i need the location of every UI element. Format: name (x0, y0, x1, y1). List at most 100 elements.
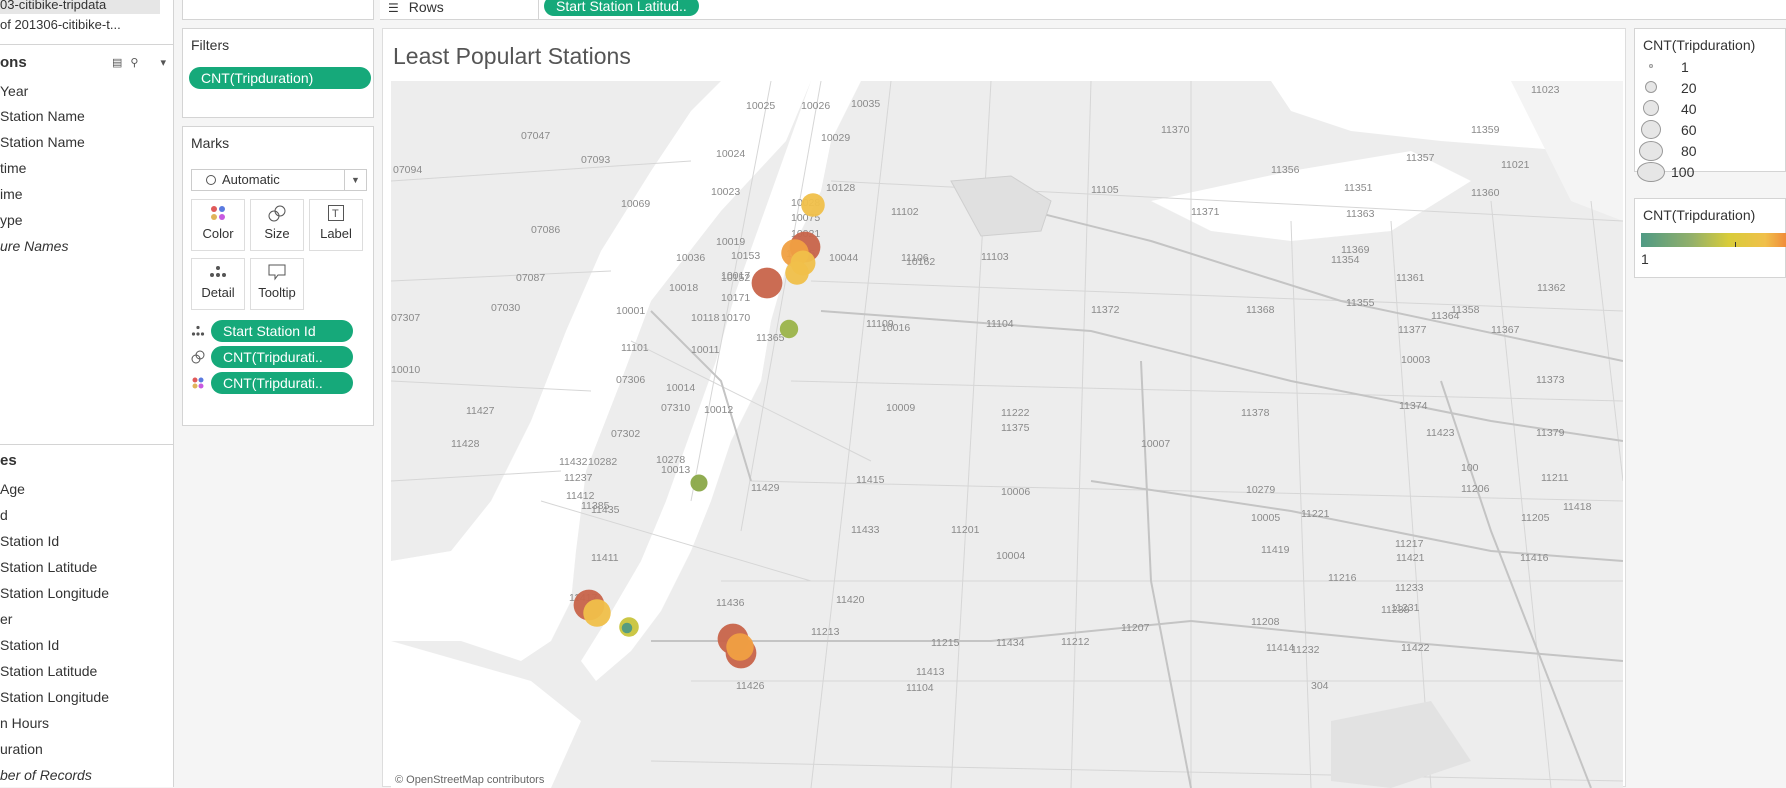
zip-label: 11378 (1241, 407, 1270, 419)
size-button[interactable]: Size (250, 199, 304, 251)
station-mark[interactable] (785, 261, 809, 285)
station-mark[interactable] (690, 474, 708, 492)
datasource-item[interactable]: 03-citibike-tripdata (0, 0, 160, 14)
zip-label: 10016 (881, 322, 910, 334)
station-mark[interactable] (779, 319, 799, 339)
dimension-field[interactable]: time (0, 160, 26, 176)
size-legend-value: 40 (1681, 101, 1697, 117)
zip-label: 10036 (676, 252, 705, 264)
size-legend-title: CNT(Tripduration) (1643, 37, 1756, 53)
zip-label: 11222 (1001, 407, 1030, 419)
tooltip-button[interactable]: Tooltip (250, 258, 304, 310)
zip-label: 11427 (466, 405, 495, 417)
pane-toolbar: ▤ ⚲ ▾ (112, 56, 166, 69)
zip-label: 11355 (1346, 297, 1375, 309)
zip-label: 10128 (826, 182, 855, 194)
label-button[interactable]: T Label (309, 199, 363, 251)
airport (950, 175, 1052, 237)
color-button[interactable]: Color (191, 199, 245, 251)
measure-field[interactable]: Station Longitude (0, 585, 109, 601)
dropdown-icon[interactable]: ▾ (160, 56, 166, 69)
zip-label: 10005 (1251, 512, 1280, 524)
zip-label: 11207 (1121, 622, 1150, 634)
sheet-title: Least Populart Stations (393, 43, 631, 69)
label-icon: T (328, 205, 344, 221)
zip-label: 10024 (716, 148, 745, 160)
measure-field[interactable]: Age (0, 481, 25, 497)
zip-label: 11428 (451, 438, 480, 450)
rows-shelf[interactable]: ☰ Rows Start Station Latitud.. (380, 0, 1786, 20)
mark-field-pill[interactable]: CNT(Tripdurati.. (211, 372, 353, 394)
zip-label: 11212 (1061, 636, 1090, 648)
size-legend-item: 80 (1635, 141, 1785, 162)
mark-field-pill[interactable]: Start Station Id (211, 320, 353, 342)
dimension-field[interactable]: ype (0, 212, 23, 228)
dimension-field[interactable]: Year (0, 83, 28, 99)
zip-label: 11359 (1471, 124, 1500, 136)
zip-label: 11357 (1406, 152, 1435, 164)
size-dot-icon (1637, 162, 1665, 182)
color-legend: CNT(Tripduration) 1 (1634, 198, 1786, 278)
zip-label: 11416 (1520, 552, 1549, 564)
filter-pill[interactable]: CNT(Tripduration) (189, 67, 371, 89)
chevron-down-icon[interactable]: ▼ (344, 170, 366, 190)
zip-label: 10282 (588, 456, 617, 468)
zip-label: 10010 (391, 364, 420, 376)
pages-shelf[interactable] (182, 0, 374, 20)
dimension-field[interactable]: Station Name (0, 134, 85, 150)
color-label: Color (202, 226, 234, 241)
rows-pill[interactable]: Start Station Latitud.. (544, 0, 699, 16)
rows-icon: ☰ (388, 1, 399, 15)
zip-label: 11374 (1399, 400, 1428, 412)
detail-button[interactable]: Detail (191, 258, 245, 310)
station-mark[interactable] (801, 193, 825, 217)
size-legend-value: 100 (1671, 164, 1695, 180)
marks-card: Marks Automatic ▼ Color Size T Label Det… (182, 126, 374, 426)
view-toggle-icon[interactable]: ▤ (112, 56, 122, 69)
zip-label: 07310 (661, 402, 690, 414)
dimensions-header: ons (0, 54, 27, 71)
zip-label: 10035 (851, 98, 880, 110)
station-mark[interactable] (621, 622, 633, 634)
measure-field[interactable]: d (0, 507, 8, 523)
measure-field[interactable]: Station Id (0, 637, 59, 653)
zip-label: 11435 (591, 504, 620, 516)
datasource-item[interactable]: of 201306-citibike-t... (0, 16, 121, 34)
detail-icon (191, 325, 205, 336)
station-mark[interactable] (726, 633, 754, 661)
mark-field-pill[interactable]: CNT(Tripdurati.. (211, 346, 353, 368)
zip-label: 10003 (1401, 354, 1430, 366)
station-mark[interactable] (583, 599, 611, 627)
search-icon[interactable]: ⚲ (130, 56, 138, 69)
measure-field[interactable]: n Hours (0, 715, 49, 731)
zip-label: 11102 (891, 206, 919, 218)
rows-label-text: Rows (408, 0, 444, 15)
measure-names-field[interactable]: ure Names (0, 238, 68, 254)
size-legend-value: 80 (1681, 143, 1697, 159)
measure-field[interactable]: Station Latitude (0, 663, 97, 679)
label-label: Label (320, 226, 352, 241)
station-mark[interactable] (751, 267, 783, 299)
zip-label: 10152 (721, 272, 750, 284)
measure-field[interactable]: Station Latitude (0, 559, 97, 575)
zip-label: 10014 (666, 382, 695, 394)
zip-label: 07306 (616, 374, 645, 386)
zip-label: 07047 (521, 130, 550, 142)
measure-field[interactable]: Station Longitude (0, 689, 109, 705)
dimension-field[interactable]: ime (0, 186, 23, 202)
zip-label: 11423 (1426, 427, 1455, 439)
measure-field[interactable]: Station Id (0, 533, 59, 549)
mark-type-select[interactable]: Automatic ▼ (191, 169, 367, 191)
measure-field[interactable]: uration (0, 741, 43, 757)
zip-label: 11418 (1563, 501, 1592, 513)
bay-water (391, 641, 581, 788)
map-view[interactable]: 10025 10026 10035 07047 10024 10029 11370 11359… (391, 81, 1623, 788)
zip-label: 11216 (1328, 572, 1357, 584)
measure-field[interactable]: er (0, 611, 12, 627)
zip-label: 10278 (656, 454, 685, 466)
color-gradient[interactable] (1641, 233, 1786, 247)
measures-header: es (0, 452, 17, 469)
dimension-field[interactable]: Station Name (0, 108, 85, 124)
number-of-records-field[interactable]: ber of Records (0, 767, 92, 783)
size-legend-item: 1 (1635, 57, 1785, 78)
